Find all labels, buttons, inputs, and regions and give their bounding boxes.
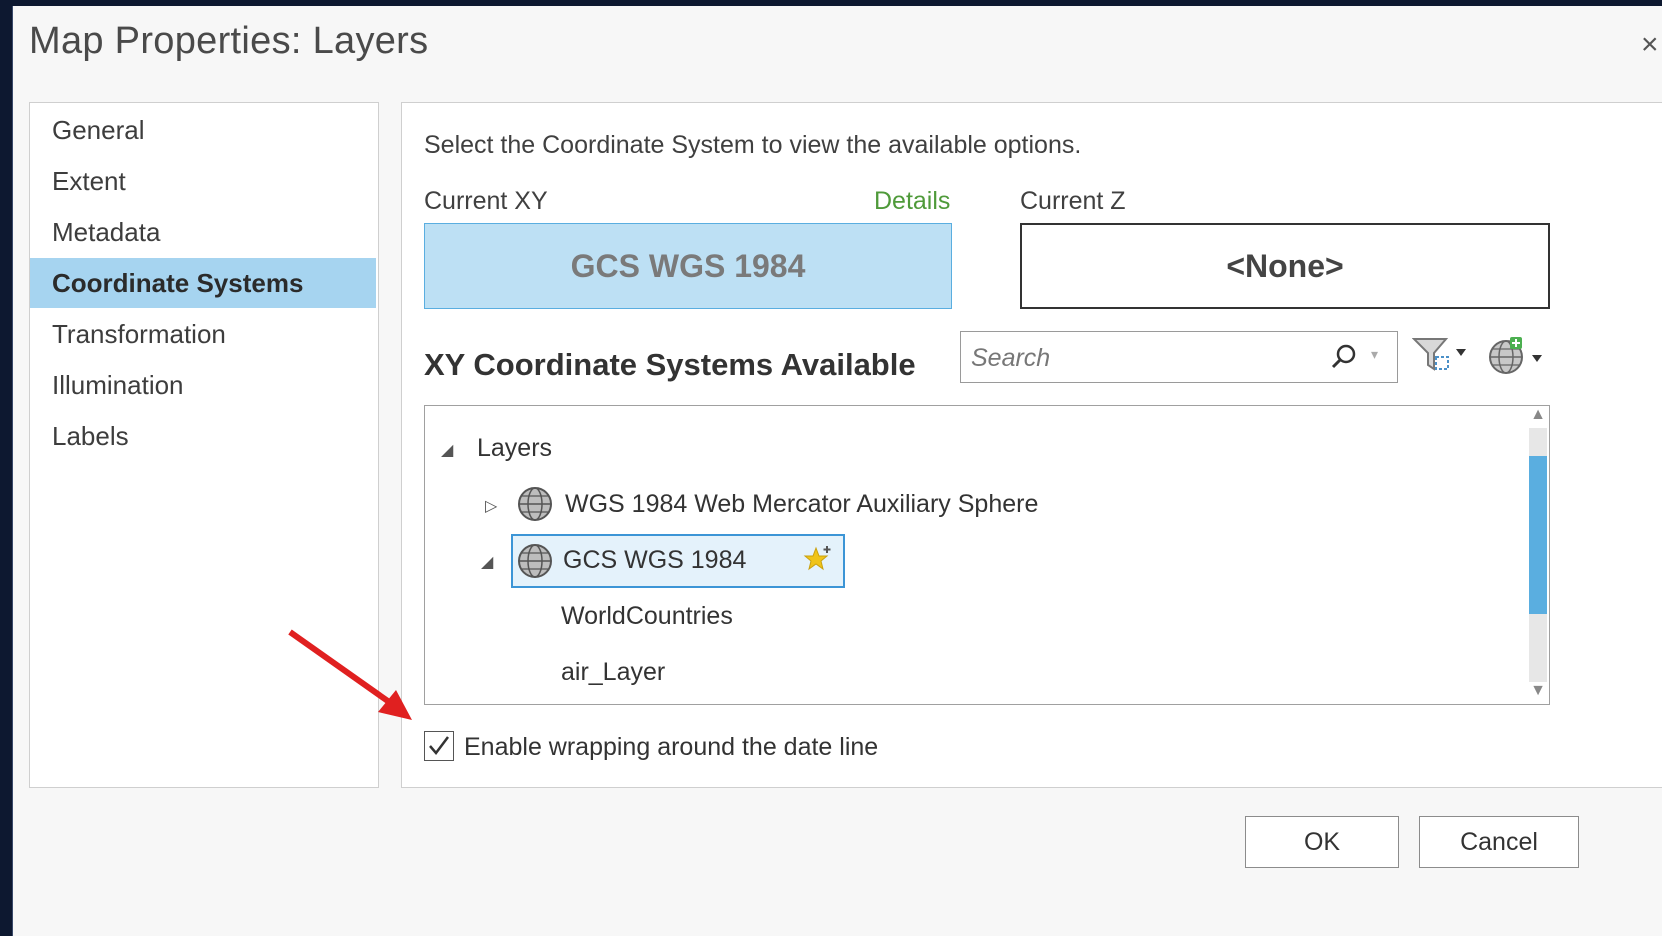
- sidebar-item-labels[interactable]: Labels: [30, 411, 376, 461]
- sidebar-item-transformation[interactable]: Transformation: [30, 309, 376, 359]
- sidebar-item-illumination[interactable]: Illumination: [30, 360, 376, 410]
- coordinate-system-tree: ◢ Layers ▷ WGS 1984 Web Mercator Auxilia…: [424, 405, 1550, 705]
- current-xy-label: Current XY: [424, 187, 548, 215]
- tree-node-gcs-wgs-1984[interactable]: GCS WGS 1984: [511, 534, 845, 588]
- wrap-checkbox[interactable]: [424, 731, 454, 761]
- coordinate-systems-panel: Select the Coordinate System to view the…: [401, 102, 1662, 788]
- details-link[interactable]: Details: [874, 187, 950, 216]
- cancel-button[interactable]: Cancel: [1419, 816, 1579, 868]
- search-options-chevron-icon[interactable]: ▾: [1371, 346, 1378, 363]
- scroll-up-icon[interactable]: ▲: [1529, 406, 1547, 424]
- search-input[interactable]: [969, 338, 1313, 378]
- tree-root-layers[interactable]: Layers: [477, 434, 552, 463]
- map-properties-dialog: Map Properties: Layers × General Extent …: [12, 6, 1662, 936]
- globe-icon: [518, 544, 552, 578]
- filter-icon[interactable]: [1412, 335, 1470, 375]
- expand-icon[interactable]: ▷: [485, 496, 497, 516]
- search-box: ▾: [960, 331, 1398, 383]
- tree-node-web-mercator[interactable]: WGS 1984 Web Mercator Auxiliary Sphere: [565, 490, 1038, 519]
- search-icon[interactable]: [1327, 340, 1361, 374]
- ok-button[interactable]: OK: [1245, 816, 1399, 868]
- tree-leaf-air-layer[interactable]: air_Layer: [561, 658, 665, 687]
- collapse-icon[interactable]: ◢: [481, 552, 493, 572]
- instruction-text: Select the Coordinate System to view the…: [424, 131, 1082, 159]
- current-z-label: Current Z: [1020, 187, 1126, 215]
- current-xy-box[interactable]: GCS WGS 1984: [424, 223, 952, 309]
- properties-sidebar: General Extent Metadata Coordinate Syste…: [29, 102, 379, 788]
- wrap-checkbox-label[interactable]: Enable wrapping around the date line: [464, 733, 878, 762]
- section-heading: XY Coordinate Systems Available: [424, 347, 916, 382]
- expand-collapse-icon[interactable]: ◢: [441, 440, 453, 460]
- sidebar-item-coordinate-systems[interactable]: Coordinate Systems: [30, 258, 376, 308]
- favorite-star-icon[interactable]: [803, 544, 833, 574]
- dialog-title: Map Properties: Layers: [29, 20, 429, 62]
- tree-node-label: GCS WGS 1984: [563, 546, 747, 574]
- close-icon[interactable]: ×: [1641, 28, 1659, 62]
- sidebar-item-general[interactable]: General: [30, 105, 376, 155]
- add-coordinate-system-icon[interactable]: [1486, 335, 1550, 379]
- current-z-box[interactable]: <None>: [1020, 223, 1550, 309]
- checkmark-icon: [429, 736, 449, 755]
- scrollbar-thumb[interactable]: [1529, 456, 1547, 614]
- sidebar-item-extent[interactable]: Extent: [30, 156, 376, 206]
- globe-icon: [518, 487, 552, 521]
- tree-leaf-worldcountries[interactable]: WorldCountries: [561, 602, 733, 631]
- sidebar-item-metadata[interactable]: Metadata: [30, 207, 376, 257]
- scroll-down-icon[interactable]: ▼: [1529, 682, 1547, 700]
